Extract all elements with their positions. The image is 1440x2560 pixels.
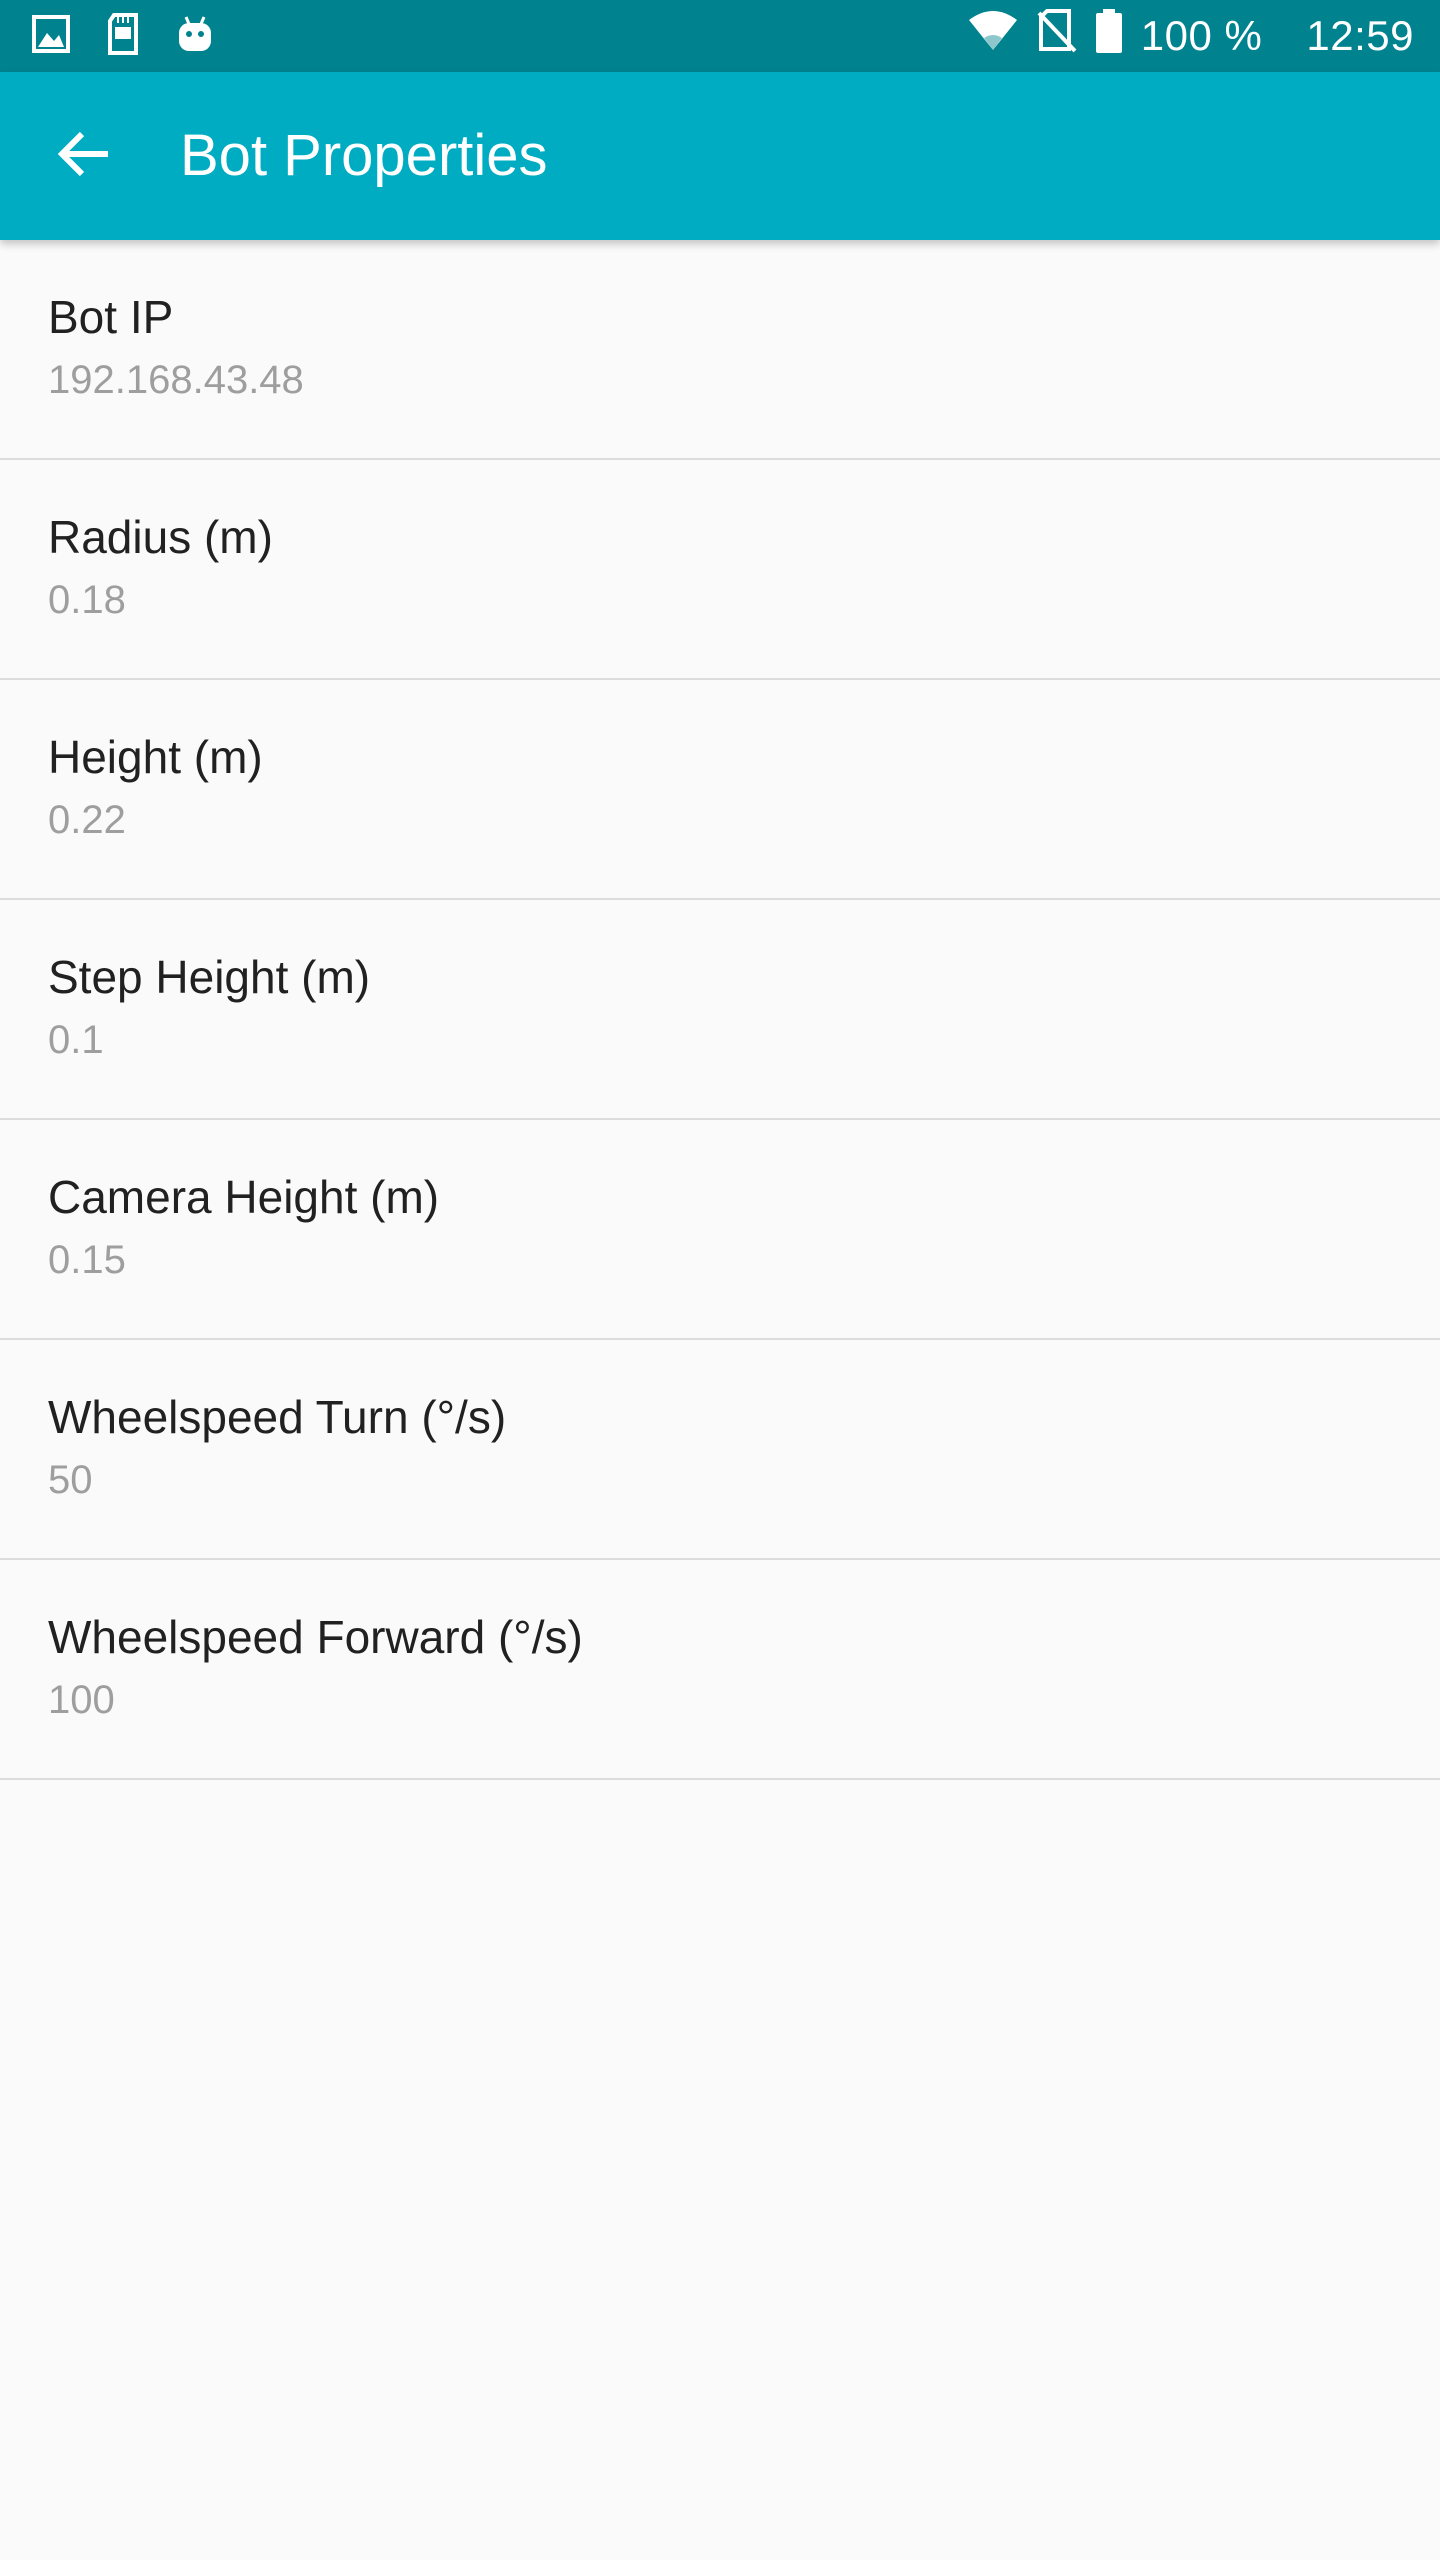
no-sim-icon [1037, 9, 1077, 63]
pref-title: Step Height (m) [48, 951, 371, 1003]
pref-summary: 0.1 [48, 1018, 104, 1062]
clock: 12:59 [1306, 12, 1414, 59]
pref-bot-ip[interactable]: Bot IP 192.168.43.48 [0, 240, 1440, 460]
android-icon [176, 15, 214, 58]
preference-list: Bot IP 192.168.43.48 Radius (m) 0.18 Hei… [0, 240, 1440, 1780]
arrow-back-icon [56, 130, 112, 183]
pref-title: Wheelspeed Forward (°/s) [48, 1611, 583, 1663]
pref-title: Bot IP [48, 291, 174, 343]
pref-title: Height (m) [48, 731, 263, 783]
status-left-icons [32, 12, 214, 60]
pref-summary: 0.18 [48, 578, 126, 622]
battery-percent: 100 % [1140, 12, 1263, 59]
pref-camera-height[interactable]: Camera Height (m) 0.15 [0, 1120, 1440, 1340]
image-icon [32, 14, 70, 58]
wifi-icon [967, 10, 1019, 62]
pref-radius[interactable]: Radius (m) 0.18 [0, 460, 1440, 680]
sd-card-icon [106, 12, 140, 60]
page-title: Bot Properties [180, 123, 548, 188]
pref-title: Camera Height (m) [48, 1171, 440, 1223]
battery-icon [1095, 9, 1123, 63]
pref-summary: 100 [48, 1678, 115, 1722]
pref-title: Radius (m) [48, 511, 273, 563]
pref-wheelspeed-forward[interactable]: Wheelspeed Forward (°/s) 100 [0, 1560, 1440, 1780]
status-bar: 100 % 12:59 [0, 0, 1440, 72]
pref-summary: 0.15 [48, 1238, 126, 1282]
app-bar: Bot Properties [0, 72, 1440, 240]
status-right-icons: 100 % 12:59 [967, 0, 1414, 72]
pref-summary: 192.168.43.48 [48, 358, 304, 402]
pref-summary: 50 [48, 1458, 93, 1502]
pref-height[interactable]: Height (m) 0.22 [0, 680, 1440, 900]
pref-summary: 0.22 [48, 798, 126, 842]
pref-wheelspeed-turn[interactable]: Wheelspeed Turn (°/s) 50 [0, 1340, 1440, 1560]
pref-title: Wheelspeed Turn (°/s) [48, 1391, 507, 1443]
pref-step-height[interactable]: Step Height (m) 0.1 [0, 900, 1440, 1120]
back-button[interactable] [36, 108, 132, 204]
